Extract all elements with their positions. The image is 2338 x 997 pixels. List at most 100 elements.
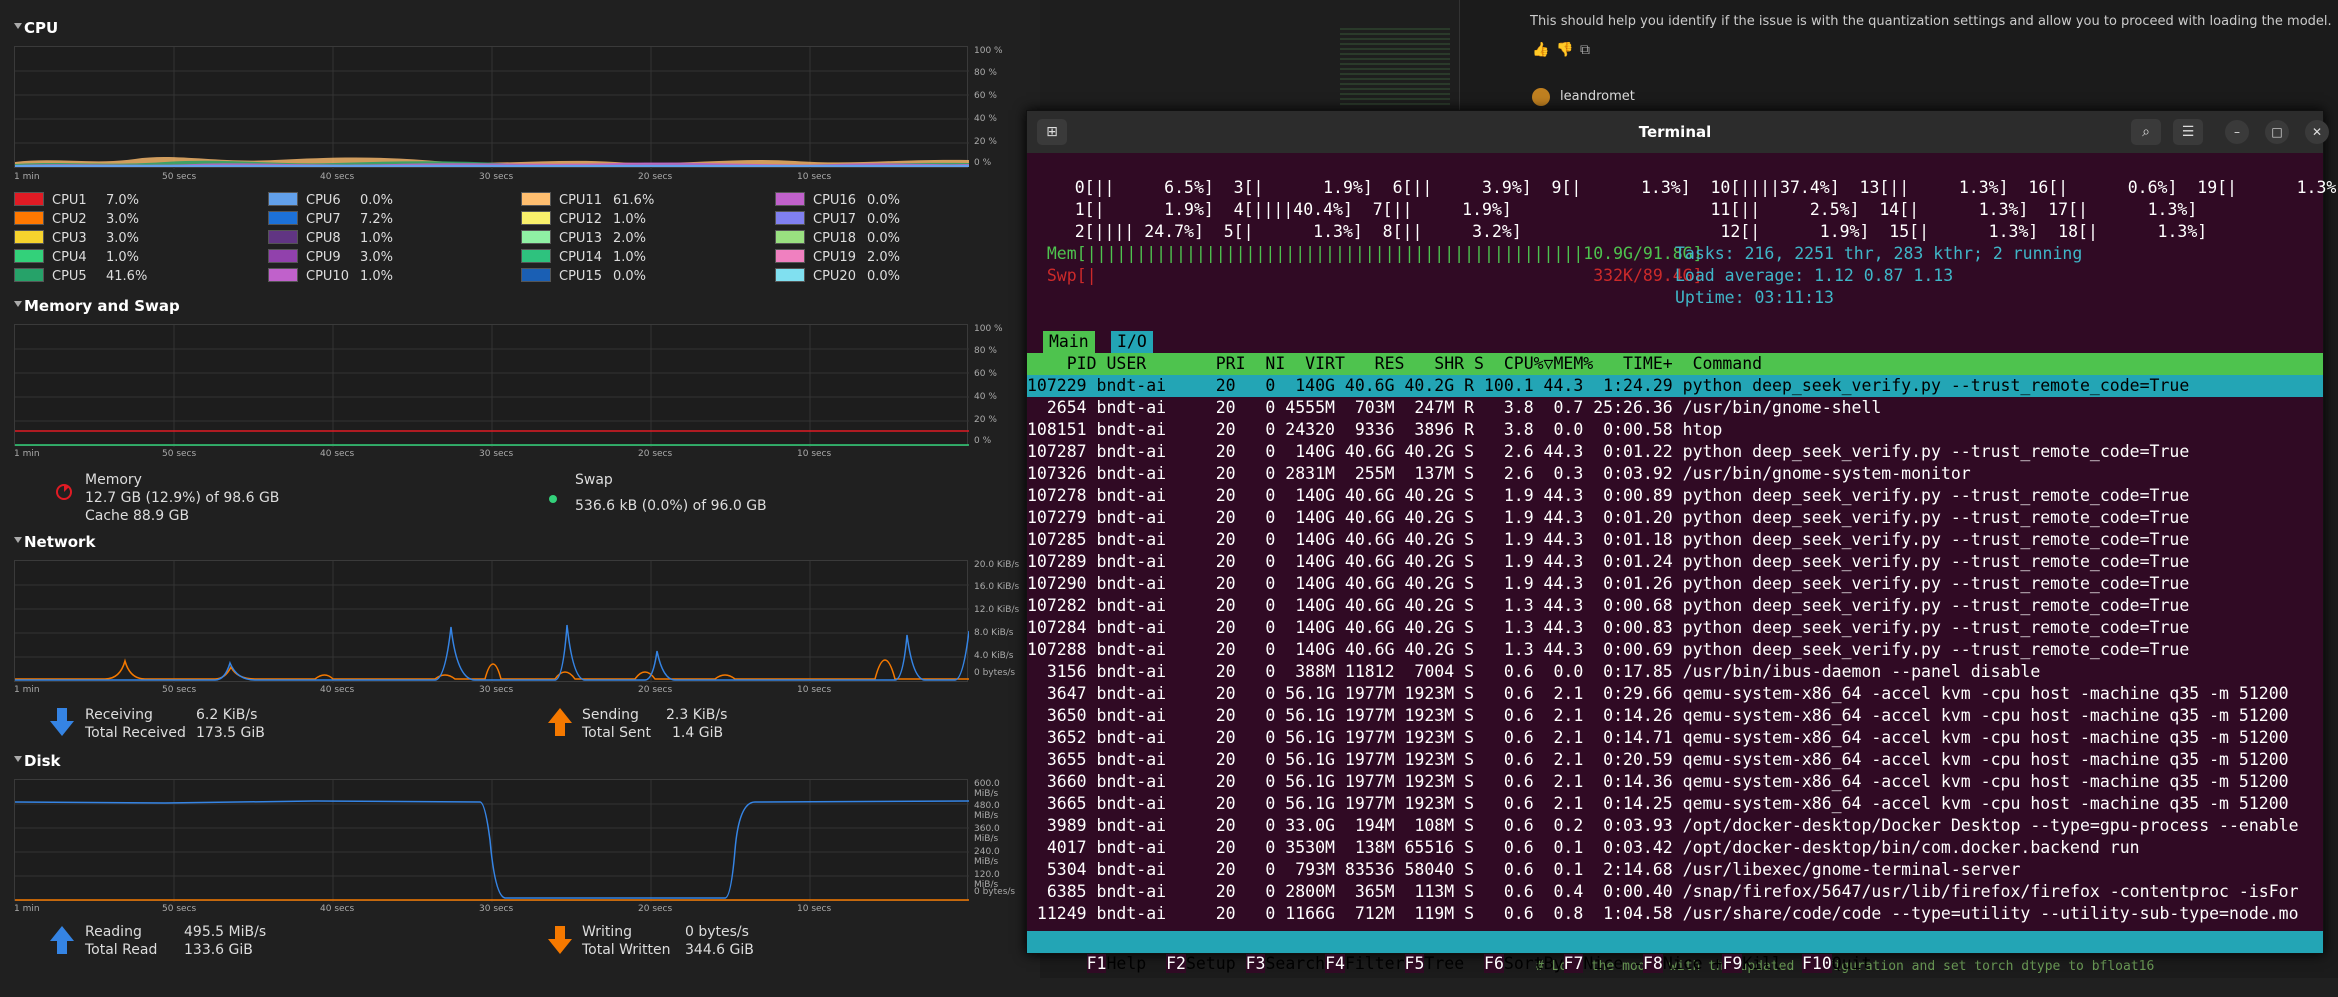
process-row[interactable]: 107279 bndt-ai 20 0 140G 40.6G 40.2G S 1… <box>1027 507 2323 529</box>
network-section-title[interactable]: Network <box>14 533 95 551</box>
cpu-legend-item[interactable]: CPU12 1.0% <box>521 211 646 227</box>
process-table-header[interactable]: PID USER PRI NI VIRT RES SHR S CPU%▽MEM%… <box>1027 353 2323 375</box>
process-row[interactable]: 3655 bndt-ai 20 0 56.1G 1977M 1923M S 0.… <box>1027 749 2323 771</box>
process-row[interactable]: 3665 bndt-ai 20 0 56.1G 1977M 1923M S 0.… <box>1027 793 2323 815</box>
thumbs-up-icon[interactable]: 👍 <box>1532 42 1549 58</box>
cpu-section-title[interactable]: CPU <box>14 19 58 37</box>
menu-icon[interactable]: ☰ <box>2173 119 2203 145</box>
thumbs-down-icon[interactable]: 👎 <box>1556 42 1573 58</box>
cpu-color-swatch[interactable] <box>268 230 298 244</box>
process-row[interactable]: 2654 bndt-ai 20 0 4555M 703M 247M R 3.8 … <box>1027 397 2323 419</box>
cpu-color-swatch[interactable] <box>521 249 551 263</box>
process-row[interactable]: 3989 bndt-ai 20 0 33.0G 194M 108M S 0.6 … <box>1027 815 2323 837</box>
function-key-f8[interactable]: F8Nice + <box>1643 954 1722 973</box>
cpu-legend-item[interactable]: CPU17 0.0% <box>775 211 900 227</box>
function-key-f1[interactable]: F1Help <box>1086 954 1166 973</box>
function-key-f10[interactable]: F10Quit <box>1801 954 1891 973</box>
process-row[interactable]: 5304 bndt-ai 20 0 793M 83536 58040 S 0.6… <box>1027 859 2323 881</box>
cpu-legend-item[interactable]: CPU1 7.0% <box>14 192 139 208</box>
cpu-legend-item[interactable]: CPU11 61.6% <box>521 192 654 208</box>
cpu-color-swatch[interactable] <box>14 192 44 206</box>
disk-section-title[interactable]: Disk <box>14 752 61 770</box>
cpu-color-swatch[interactable] <box>14 268 44 282</box>
tab-main[interactable]: Main <box>1043 331 1095 353</box>
minimize-icon[interactable]: – <box>2225 120 2249 144</box>
cpu-color-swatch[interactable] <box>268 249 298 263</box>
htop-screen[interactable]: 0[|| 6.5%] 3[| 1.9%] 6[|| 3.9%] 9[| 1.3%… <box>1027 153 2338 973</box>
function-key-f3[interactable]: F3Search <box>1245 954 1326 973</box>
cpu-legend-item[interactable]: CPU19 2.0% <box>775 249 900 265</box>
terminal-window[interactable]: Terminal ⊞ ⌕ ☰ – □ ✕ 0[|| 6.5%] 3[| 1.9%… <box>1026 110 2338 973</box>
process-row[interactable]: 107288 bndt-ai 20 0 140G 40.6G 40.2G S 1… <box>1027 639 2323 661</box>
cpu-color-swatch[interactable] <box>268 211 298 225</box>
cpu-legend-item[interactable]: CPU5 41.6% <box>14 268 147 284</box>
terminal-titlebar[interactable]: Terminal <box>1027 111 2323 153</box>
cpu-color-swatch[interactable] <box>521 211 551 225</box>
cpu-color-swatch[interactable] <box>775 249 805 263</box>
cpu-color-swatch[interactable] <box>775 230 805 244</box>
process-row[interactable]: 3660 bndt-ai 20 0 56.1G 1977M 1923M S 0.… <box>1027 771 2323 793</box>
function-key-f7[interactable]: F7Nice - <box>1563 954 1643 973</box>
cpu-legend-item[interactable]: CPU14 1.0% <box>521 249 646 265</box>
cpu-color-swatch[interactable] <box>268 192 298 206</box>
new-tab-icon[interactable]: ⊞ <box>1037 119 1067 145</box>
process-row[interactable]: 107289 bndt-ai 20 0 140G 40.6G 40.2G S 1… <box>1027 551 2323 573</box>
process-row[interactable]: 3652 bndt-ai 20 0 56.1G 1977M 1923M S 0.… <box>1027 727 2323 749</box>
cpu-color-swatch[interactable] <box>521 230 551 244</box>
cpu-legend-item[interactable]: CPU13 2.0% <box>521 230 646 246</box>
search-icon[interactable]: ⌕ <box>2131 119 2161 145</box>
cpu-legend-item[interactable]: CPU7 7.2% <box>268 211 393 227</box>
process-row[interactable]: 3156 bndt-ai 20 0 388M 11812 7004 S 0.6 … <box>1027 661 2323 683</box>
process-row[interactable]: 107282 bndt-ai 20 0 140G 40.6G 40.2G S 1… <box>1027 595 2323 617</box>
cpu-legend-item[interactable]: CPU20 0.0% <box>775 268 900 284</box>
process-row[interactable]: 3650 bndt-ai 20 0 56.1G 1977M 1923M S 0.… <box>1027 705 2323 727</box>
cpu-legend-item[interactable]: CPU9 3.0% <box>268 249 393 265</box>
process-row[interactable]: 6385 bndt-ai 20 0 2800M 365M 113M S 0.6 … <box>1027 881 2323 903</box>
writing-arrow-icon <box>548 926 572 954</box>
process-row[interactable]: 107287 bndt-ai 20 0 140G 40.6G 40.2G S 2… <box>1027 441 2323 463</box>
cpu-legend-item[interactable]: CPU15 0.0% <box>521 268 646 284</box>
process-row[interactable]: 107290 bndt-ai 20 0 140G 40.6G 40.2G S 1… <box>1027 573 2323 595</box>
cpu-legend-item[interactable]: CPU2 3.0% <box>14 211 139 227</box>
cpu-legend-item[interactable]: CPU18 0.0% <box>775 230 900 246</box>
function-key-label: Search <box>1265 954 1326 973</box>
function-key-f6[interactable]: F6SortBy <box>1484 954 1564 973</box>
cpu-color-swatch[interactable] <box>14 230 44 244</box>
cpu-color-swatch[interactable] <box>14 211 44 225</box>
cpu-color-swatch[interactable] <box>775 211 805 225</box>
cpu-legend-item[interactable]: CPU8 1.0% <box>268 230 393 246</box>
process-row[interactable]: 3647 bndt-ai 20 0 56.1G 1977M 1923M S 0.… <box>1027 683 2323 705</box>
process-row[interactable]: 107284 bndt-ai 20 0 140G 40.6G 40.2G S 1… <box>1027 617 2323 639</box>
close-icon[interactable]: ✕ <box>2305 120 2329 144</box>
cpu-legend-item[interactable]: CPU6 0.0% <box>268 192 393 208</box>
cpu-usage-value: 7.0% <box>106 193 140 208</box>
cpu-color-swatch[interactable] <box>14 249 44 263</box>
process-row[interactable]: 108151 bndt-ai 20 0 24320 9336 3896 R 3.… <box>1027 419 2323 441</box>
cpu-legend-item[interactable]: CPU10 1.0% <box>268 268 393 284</box>
cpu-color-swatch[interactable] <box>268 268 298 282</box>
reading-label: Reading <box>85 924 142 940</box>
cpu-color-swatch[interactable] <box>775 192 805 206</box>
disk-xtick: 50 secs <box>162 904 197 914</box>
maximize-icon[interactable]: □ <box>2265 120 2289 144</box>
cpu-legend-item[interactable]: CPU16 0.0% <box>775 192 900 208</box>
cpu-color-swatch[interactable] <box>775 268 805 282</box>
process-row[interactable]: 107285 bndt-ai 20 0 140G 40.6G 40.2G S 1… <box>1027 529 2323 551</box>
copy-icon[interactable]: ⧉ <box>1580 42 1590 58</box>
tasks-line: Tasks: 216, 2251 thr, 283 kthr; 2 runnin… <box>1675 243 2082 265</box>
tab-io[interactable]: I/O <box>1111 331 1153 353</box>
cpu-legend-item[interactable]: CPU4 1.0% <box>14 249 139 265</box>
process-row[interactable]: 4017 bndt-ai 20 0 3530M 138M 65516 S 0.6… <box>1027 837 2323 859</box>
function-key-f5[interactable]: F5Tree <box>1404 954 1484 973</box>
process-row[interactable]: 107278 bndt-ai 20 0 140G 40.6G 40.2G S 1… <box>1027 485 2323 507</box>
function-key-f4[interactable]: F4Filter <box>1325 954 1405 973</box>
function-key-f9[interactable]: F9Kill <box>1722 954 1801 973</box>
function-key-f2[interactable]: F2Setup <box>1166 954 1245 973</box>
process-row[interactable]: 11249 bndt-ai 20 0 1166G 712M 119M S 0.6… <box>1027 903 2323 925</box>
memory-section-title[interactable]: Memory and Swap <box>14 297 180 315</box>
process-row[interactable]: 107229 bndt-ai 20 0 140G 40.6G 40.2G R 1… <box>1027 375 2323 397</box>
cpu-color-swatch[interactable] <box>521 268 551 282</box>
cpu-legend-item[interactable]: CPU3 3.0% <box>14 230 139 246</box>
cpu-color-swatch[interactable] <box>521 192 551 206</box>
process-row[interactable]: 107326 bndt-ai 20 0 2831M 255M 137M S 2.… <box>1027 463 2323 485</box>
